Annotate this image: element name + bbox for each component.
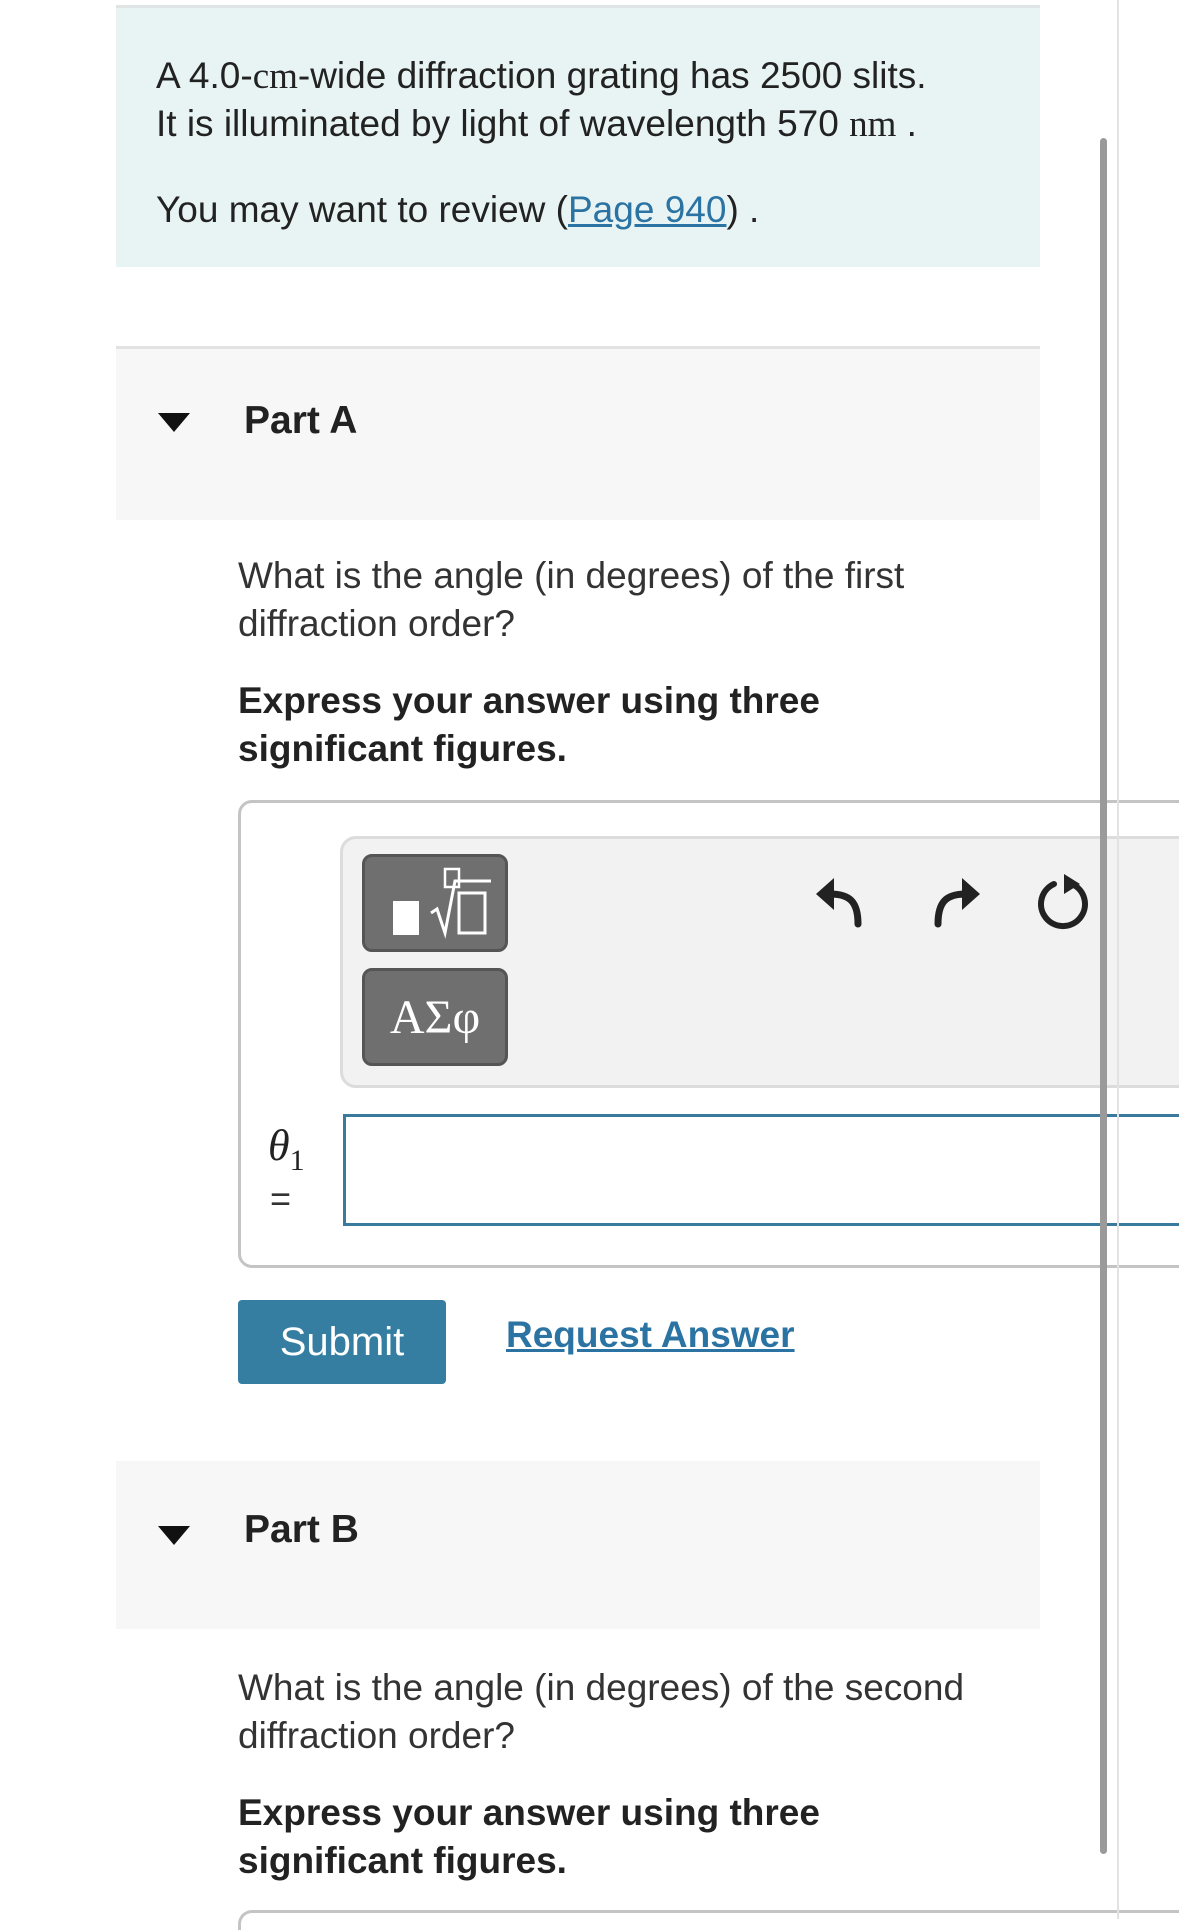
submit-button[interactable]: Submit — [238, 1300, 446, 1384]
reset-icon[interactable] — [1034, 872, 1094, 932]
part-b-label: Part B — [244, 1508, 359, 1551]
part-b-answer-box — [238, 1910, 1179, 1930]
intro-line-1: A 4.0-cm-wide diffraction grating has 25… — [156, 52, 927, 101]
variable-theta: θ — [268, 1121, 290, 1170]
variable-label: θ1 — [268, 1120, 305, 1178]
collapse-caret-icon[interactable] — [158, 413, 190, 432]
part-a-instruction: Express your answer using three signific… — [238, 680, 820, 769]
intro-line-1-pre: A 4.0- — [156, 55, 253, 96]
part-b-question: What is the angle (in degrees) of the se… — [238, 1667, 965, 1756]
scrollbar-track[interactable] — [1117, 0, 1119, 1919]
part-b-instruction: Express your answer using three signific… — [238, 1792, 820, 1881]
variable-subscript: 1 — [289, 1143, 305, 1177]
intro-line-2-post: . — [896, 103, 917, 144]
equals-sign: = — [270, 1178, 292, 1219]
review-line: You may want to review (Page 940) . — [156, 186, 759, 234]
answer-input[interactable] — [343, 1114, 1179, 1226]
undo-icon[interactable] — [812, 872, 872, 932]
collapse-caret-icon[interactable] — [158, 1526, 190, 1545]
intro-unit-nm: nm — [849, 104, 897, 145]
review-pre: You may want to review ( — [156, 189, 568, 230]
request-answer-link[interactable]: Request Answer — [506, 1314, 795, 1356]
review-post: ) . — [726, 189, 760, 230]
scrollbar-thumb[interactable] — [1100, 138, 1107, 1854]
greek-symbols-button[interactable]: ΑΣφ — [362, 968, 508, 1066]
problem-intro: A 4.0-cm-wide diffraction grating has 25… — [116, 5, 1040, 267]
part-b-header[interactable]: Part B — [116, 1461, 1040, 1629]
template-icon — [393, 867, 491, 939]
template-button[interactable] — [362, 854, 508, 952]
intro-unit-cm: cm — [252, 56, 298, 97]
part-a-header[interactable]: Part A — [116, 346, 1040, 520]
redo-icon[interactable] — [924, 872, 984, 932]
intro-line-1-post: -wide diffraction grating has 2500 slits… — [297, 55, 927, 96]
part-a-question: What is the angle (in degrees) of the fi… — [238, 555, 905, 644]
review-page-link[interactable]: Page 940 — [568, 189, 726, 230]
intro-line-2-pre: It is illuminated by light of wavelength… — [156, 103, 850, 144]
intro-line-2: It is illuminated by light of wavelength… — [156, 100, 917, 149]
part-a-label: Part A — [244, 399, 358, 442]
